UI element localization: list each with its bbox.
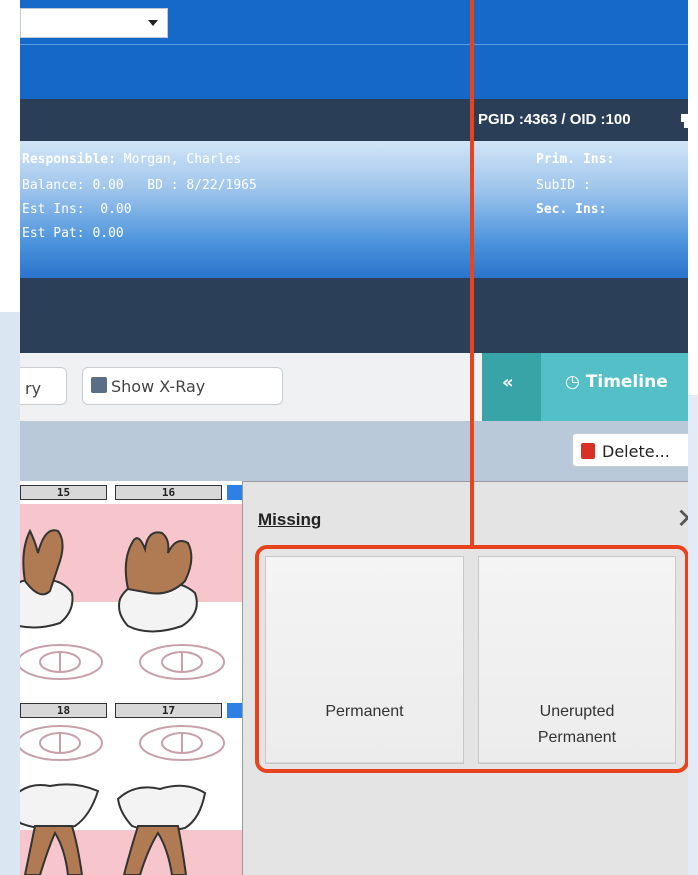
tooth-18-crown-icon <box>20 783 100 875</box>
annotation-pointer-line <box>470 0 474 546</box>
history-button[interactable]: ry <box>20 367 67 405</box>
left-margin <box>0 0 20 875</box>
tooth-chart: 15 16 18 17 <box>20 481 242 875</box>
tooth-16-occlusal-icon <box>139 644 225 680</box>
est-pat-line: Est Pat: 0.00 <box>22 226 124 241</box>
sec-ins-label: Sec. Ins: <box>536 202 607 217</box>
dental-app: PGID :4363 / OID :100 Responsible: Morga… <box>20 0 688 875</box>
delete-button[interactable]: Delete... <box>572 433 688 467</box>
double-chevron-left-icon[interactable]: « <box>502 372 514 393</box>
clock-icon: ◷ <box>565 372 580 392</box>
subid-label: SubID : <box>536 178 591 193</box>
prim-ins-label: Prim. Ins: <box>536 152 615 167</box>
tooth-17-occlusal-icon <box>139 725 225 761</box>
balance-line: Balance: 0.00 BD : 8/22/1965 <box>22 178 257 193</box>
right-margin <box>688 0 698 875</box>
annotation-highlight-box <box>255 545 688 773</box>
section-header-bar <box>20 278 688 353</box>
tooth-18-occlusal-icon <box>20 725 103 761</box>
print-icon[interactable] <box>680 110 688 130</box>
trash-icon <box>581 443 595 459</box>
est-ins-line: Est Ins: 0.00 <box>22 202 132 217</box>
chevron-down-icon <box>148 20 158 26</box>
tooth-xray-icon <box>91 377 107 393</box>
delete-label: Delete... <box>602 442 670 461</box>
timeline-label[interactable]: ◷ Timeline <box>565 372 668 392</box>
secondary-blue-bar <box>20 45 688 99</box>
dialog-title: Missing <box>258 510 322 529</box>
show-xray-label: Show X-Ray <box>111 377 206 396</box>
close-icon[interactable]: ✕ <box>676 502 688 535</box>
tooth-15-occlusal-icon <box>20 644 103 680</box>
pgid-oid-text: PGID :4363 / OID :100 <box>478 111 631 128</box>
tooth-16-crown-icon <box>118 531 198 633</box>
tooth-15-crown-icon <box>20 528 74 629</box>
show-xray-button[interactable]: Show X-Ray <box>82 367 283 405</box>
patient-dropdown[interactable] <box>20 8 168 38</box>
tooth-17-crown-icon <box>116 784 207 875</box>
teeth-drawing <box>20 528 225 875</box>
responsible-line: Responsible: Morgan, Charles <box>22 152 242 167</box>
